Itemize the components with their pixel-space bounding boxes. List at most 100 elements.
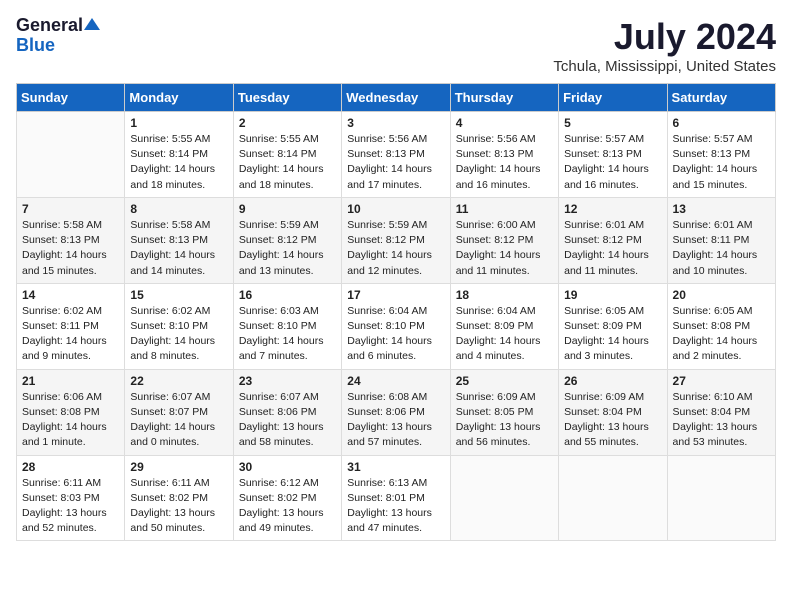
cell-content: Sunrise: 6:12 AMSunset: 8:02 PMDaylight:…	[239, 476, 336, 537]
logo: General Blue	[16, 16, 100, 56]
day-number: 6	[673, 116, 770, 130]
calendar-header-row: SundayMondayTuesdayWednesdayThursdayFrid…	[17, 84, 776, 112]
calendar-cell: 22Sunrise: 6:07 AMSunset: 8:07 PMDayligh…	[125, 369, 233, 455]
day-number: 27	[673, 374, 770, 388]
cell-content: Sunrise: 6:05 AMSunset: 8:09 PMDaylight:…	[564, 304, 661, 365]
day-number: 22	[130, 374, 227, 388]
logo-general-text: General	[16, 16, 83, 36]
day-number: 30	[239, 460, 336, 474]
calendar-cell: 10 Sunrise: 5:59 AMSunset: 8:12 PMDayligh…	[342, 197, 450, 283]
cell-content: Sunrise: 6:11 AMSunset: 8:02 PMDaylight:…	[130, 476, 227, 537]
header-tuesday: Tuesday	[233, 84, 341, 112]
cell-content: Sunrise: 6:03 AMSunset: 8:10 PMDaylight:…	[239, 304, 336, 365]
calendar-cell: 19 Sunrise: 6:05 AMSunset: 8:09 PMDayligh…	[559, 283, 667, 369]
cell-content: Sunrise: 5:59 AMSunset: 8:12 PMDaylight:…	[347, 218, 444, 279]
calendar-week-row: 1 Sunrise: 5:55 AMSunset: 8:14 PMDaylight…	[17, 112, 776, 198]
day-number: 7	[22, 202, 119, 216]
calendar-cell: 5Sunrise: 5:57 AMSunset: 8:13 PMDaylight…	[559, 112, 667, 198]
month-title: July 2024	[553, 16, 776, 58]
day-number: 17	[347, 288, 444, 302]
cell-content: Sunrise: 5:58 AMSunset: 8:13 PMDaylight:…	[22, 218, 119, 279]
calendar-cell	[450, 455, 558, 541]
header-saturday: Saturday	[667, 84, 775, 112]
cell-content: Sunrise: 6:04 AMSunset: 8:10 PMDaylight:…	[347, 304, 444, 365]
calendar-week-row: 14 Sunrise: 6:02 AMSunset: 8:11 PMDayligh…	[17, 283, 776, 369]
calendar-cell: 9Sunrise: 5:59 AMSunset: 8:12 PMDaylight…	[233, 197, 341, 283]
calendar-cell: 4 Sunrise: 5:56 AMSunset: 8:13 PMDaylight…	[450, 112, 558, 198]
calendar-week-row: 7 Sunrise: 5:58 AMSunset: 8:13 PMDaylight…	[17, 197, 776, 283]
day-number: 16	[239, 288, 336, 302]
day-number: 11	[456, 202, 553, 216]
calendar-cell: 11 Sunrise: 6:00 AMSunset: 8:12 PMDayligh…	[450, 197, 558, 283]
calendar-cell: 13Sunrise: 6:01 AMSunset: 8:11 PMDayligh…	[667, 197, 775, 283]
calendar-cell: 20Sunrise: 6:05 AMSunset: 8:08 PMDayligh…	[667, 283, 775, 369]
calendar-cell: 26Sunrise: 6:09 AMSunset: 8:04 PMDayligh…	[559, 369, 667, 455]
page-header: General Blue July 2024 Tchula, Mississip…	[16, 16, 776, 75]
cell-content: Sunrise: 5:58 AMSunset: 8:13 PMDaylight:…	[130, 218, 227, 279]
calendar-cell: 18 Sunrise: 6:04 AMSunset: 8:09 PMDayligh…	[450, 283, 558, 369]
cell-content: Sunrise: 5:56 AMSunset: 8:13 PMDaylight:…	[347, 132, 444, 193]
cell-content: Sunrise: 6:01 AMSunset: 8:12 PMDaylight:…	[564, 218, 661, 279]
day-number: 5	[564, 116, 661, 130]
day-number: 10	[347, 202, 444, 216]
day-number: 14	[22, 288, 119, 302]
day-number: 8	[130, 202, 227, 216]
cell-content: Sunrise: 5:56 AMSunset: 8:13 PMDaylight:…	[456, 132, 553, 193]
calendar-cell: 15Sunrise: 6:02 AMSunset: 8:10 PMDayligh…	[125, 283, 233, 369]
calendar-cell: 25Sunrise: 6:09 AMSunset: 8:05 PMDayligh…	[450, 369, 558, 455]
logo-arrow-icon	[84, 16, 100, 32]
calendar-cell: 2 Sunrise: 5:55 AMSunset: 8:14 PMDaylight…	[233, 112, 341, 198]
cell-content: Sunrise: 6:10 AMSunset: 8:04 PMDaylight:…	[673, 390, 770, 451]
calendar-cell: 6 Sunrise: 5:57 AMSunset: 8:13 PMDaylight…	[667, 112, 775, 198]
title-area: July 2024 Tchula, Mississippi, United St…	[553, 16, 776, 75]
calendar-cell: 14 Sunrise: 6:02 AMSunset: 8:11 PMDayligh…	[17, 283, 125, 369]
calendar-cell: 31Sunrise: 6:13 AMSunset: 8:01 PMDayligh…	[342, 455, 450, 541]
day-number: 2	[239, 116, 336, 130]
calendar-week-row: 28Sunrise: 6:11 AMSunset: 8:03 PMDayligh…	[17, 455, 776, 541]
cell-content: Sunrise: 5:55 AMSunset: 8:14 PMDaylight:…	[130, 132, 227, 193]
cell-content: Sunrise: 5:57 AMSunset: 8:13 PMDaylight:…	[673, 132, 770, 193]
day-number: 4	[456, 116, 553, 130]
day-number: 3	[347, 116, 444, 130]
location-text: Tchula, Mississippi, United States	[553, 58, 776, 75]
calendar-cell: 8 Sunrise: 5:58 AMSunset: 8:13 PMDaylight…	[125, 197, 233, 283]
day-number: 18	[456, 288, 553, 302]
day-number: 9	[239, 202, 336, 216]
cell-content: Sunrise: 6:08 AMSunset: 8:06 PMDaylight:…	[347, 390, 444, 451]
cell-content: Sunrise: 6:09 AMSunset: 8:05 PMDaylight:…	[456, 390, 553, 451]
day-number: 15	[130, 288, 227, 302]
day-number: 29	[130, 460, 227, 474]
calendar-cell: 29 Sunrise: 6:11 AMSunset: 8:02 PMDayligh…	[125, 455, 233, 541]
calendar-cell: 27 Sunrise: 6:10 AMSunset: 8:04 PMDayligh…	[667, 369, 775, 455]
day-number: 13	[673, 202, 770, 216]
cell-content: Sunrise: 6:02 AMSunset: 8:11 PMDaylight:…	[22, 304, 119, 365]
header-wednesday: Wednesday	[342, 84, 450, 112]
calendar-cell	[559, 455, 667, 541]
header-sunday: Sunday	[17, 84, 125, 112]
day-number: 12	[564, 202, 661, 216]
calendar-table: SundayMondayTuesdayWednesdayThursdayFrid…	[16, 83, 776, 541]
cell-content: Sunrise: 6:00 AMSunset: 8:12 PMDaylight:…	[456, 218, 553, 279]
cell-content: Sunrise: 6:05 AMSunset: 8:08 PMDaylight:…	[673, 304, 770, 365]
cell-content: Sunrise: 6:07 AMSunset: 8:06 PMDaylight:…	[239, 390, 336, 451]
calendar-cell: 3 Sunrise: 5:56 AMSunset: 8:13 PMDaylight…	[342, 112, 450, 198]
calendar-cell: 7 Sunrise: 5:58 AMSunset: 8:13 PMDaylight…	[17, 197, 125, 283]
day-number: 23	[239, 374, 336, 388]
calendar-cell: 1 Sunrise: 5:55 AMSunset: 8:14 PMDaylight…	[125, 112, 233, 198]
day-number: 19	[564, 288, 661, 302]
cell-content: Sunrise: 5:55 AMSunset: 8:14 PMDaylight:…	[239, 132, 336, 193]
calendar-cell: 17 Sunrise: 6:04 AMSunset: 8:10 PMDayligh…	[342, 283, 450, 369]
calendar-cell: 28Sunrise: 6:11 AMSunset: 8:03 PMDayligh…	[17, 455, 125, 541]
cell-content: Sunrise: 6:11 AMSunset: 8:03 PMDaylight:…	[22, 476, 119, 537]
cell-content: Sunrise: 6:13 AMSunset: 8:01 PMDaylight:…	[347, 476, 444, 537]
day-number: 1	[130, 116, 227, 130]
cell-content: Sunrise: 6:04 AMSunset: 8:09 PMDaylight:…	[456, 304, 553, 365]
header-thursday: Thursday	[450, 84, 558, 112]
logo-blue-text: Blue	[16, 36, 55, 56]
day-number: 21	[22, 374, 119, 388]
calendar-cell: 12 Sunrise: 6:01 AMSunset: 8:12 PMDayligh…	[559, 197, 667, 283]
cell-content: Sunrise: 6:06 AMSunset: 8:08 PMDaylight:…	[22, 390, 119, 451]
day-number: 26	[564, 374, 661, 388]
calendar-cell	[17, 112, 125, 198]
calendar-cell	[667, 455, 775, 541]
